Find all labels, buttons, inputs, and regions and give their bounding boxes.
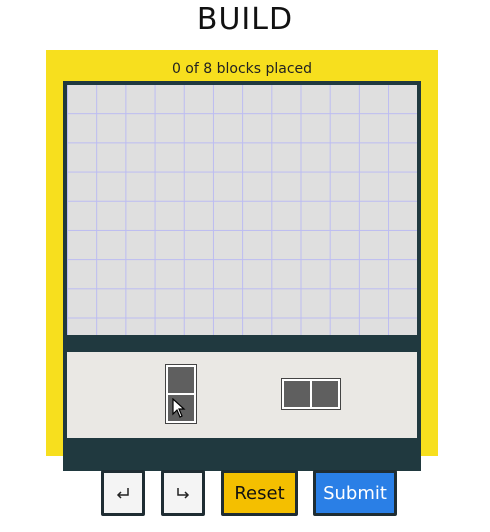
mouse-pointer-icon	[172, 398, 186, 418]
build-board	[63, 81, 421, 471]
horizontal-domino-piece[interactable]	[281, 378, 341, 410]
redo-button[interactable]	[161, 470, 205, 516]
placement-grid[interactable]	[67, 85, 417, 335]
undo-arrow-icon	[116, 488, 129, 499]
undo-button[interactable]	[101, 470, 145, 516]
block-cell	[168, 367, 194, 393]
block-cell	[312, 381, 338, 407]
redo-arrow-icon	[177, 488, 190, 499]
submit-button[interactable]: Submit	[313, 470, 397, 516]
block-cell	[284, 381, 310, 407]
blocks-placed-status: 0 of 8 blocks placed	[171, 61, 313, 77]
page-title: BUILD	[196, 2, 294, 37]
reset-button[interactable]: Reset	[221, 470, 298, 516]
action-buttons: Reset Submit	[0, 470, 490, 518]
piece-tray	[67, 352, 417, 438]
build-area-frame: 0 of 8 blocks placed	[46, 50, 438, 471]
